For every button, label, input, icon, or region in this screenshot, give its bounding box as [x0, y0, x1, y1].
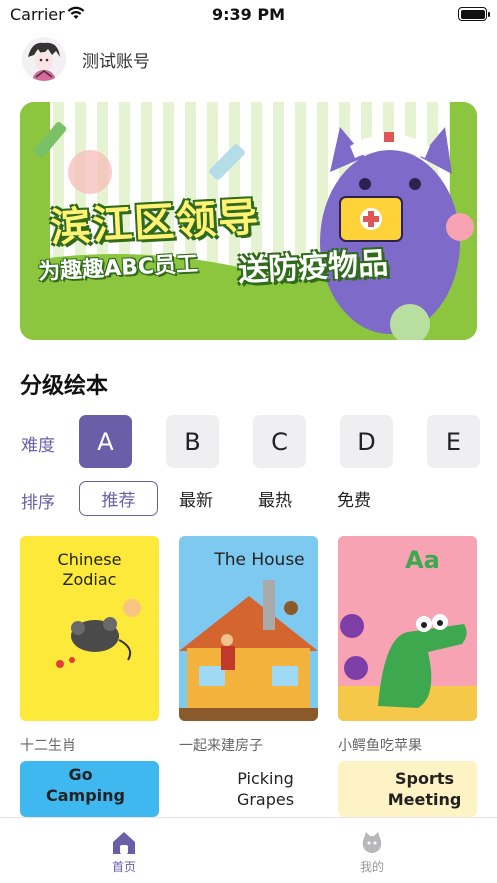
battery-icon	[458, 7, 490, 21]
tab-profile-label: 我的	[359, 860, 384, 874]
book-card-sports-meeting[interactable]: Sports Meeting	[338, 761, 477, 817]
banner-headline: 滨江区领导	[49, 194, 262, 252]
book-caption[interactable]: 十二生肖	[20, 735, 76, 755]
cover-title-line2: Zodiac	[62, 570, 117, 589]
avatar[interactable]	[22, 37, 66, 81]
cover-title: The House	[214, 550, 305, 570]
book-card-go-camping[interactable]: Go Camping	[20, 761, 159, 817]
book-card-the-house[interactable]: The House	[179, 536, 318, 721]
sort-newest[interactable]: 最新	[179, 481, 213, 516]
cover-title-line2: Grapes	[236, 790, 295, 809]
book-card-crocodile[interactable]: Aa	[338, 536, 477, 721]
cover-title: Sports	[394, 769, 455, 788]
sort-hottest[interactable]: 最热	[258, 481, 292, 516]
tab-profile[interactable]: 我的	[312, 818, 432, 878]
section-title: 分级绘本	[20, 374, 109, 399]
profile-icon	[362, 832, 382, 853]
level-button-c[interactable]: C	[253, 415, 306, 468]
home-icon	[113, 832, 135, 854]
level-button-e[interactable]: E	[427, 415, 480, 468]
sort-recommended[interactable]: 推荐	[79, 481, 158, 516]
cover-title: Go	[68, 765, 93, 784]
book-caption[interactable]: 小鳄鱼吃苹果	[338, 735, 422, 755]
level-button-d[interactable]: D	[340, 415, 393, 468]
cover-title: Picking	[237, 769, 294, 788]
account-name[interactable]: 测试账号	[82, 47, 150, 72]
user-header[interactable]: 测试账号	[22, 36, 150, 82]
status-bar: Carrier 9:39 PM	[0, 0, 497, 30]
level-button-b[interactable]: B	[166, 415, 219, 468]
tab-home[interactable]: 首页	[64, 818, 184, 878]
cover-title-line2: Camping	[46, 786, 125, 805]
level-button-a[interactable]: A	[79, 415, 132, 468]
level-label: 难度	[21, 436, 55, 456]
cover-title: Aa	[405, 546, 440, 574]
tab-home-label: 首页	[111, 860, 136, 874]
promo-banner[interactable]: 滨江区领导 为趣趣ABC员工 送防疫物品	[20, 102, 477, 340]
sort-label: 排序	[21, 493, 55, 513]
tab-bar: 首页 我的	[0, 817, 497, 883]
cover-title: Chinese	[57, 550, 122, 569]
sort-free[interactable]: 免费	[337, 481, 371, 516]
cover-title-line2: Meeting	[387, 790, 462, 809]
banner-subline-emphasis: 送防疫物品	[237, 246, 389, 289]
book-card-chinese-zodiac[interactable]: Chinese Zodiac	[20, 536, 159, 721]
book-caption[interactable]: 一起来建房子	[179, 735, 263, 755]
clock: 9:39 PM	[211, 5, 285, 24]
book-card-picking-grapes[interactable]: Picking Grapes	[179, 761, 318, 817]
